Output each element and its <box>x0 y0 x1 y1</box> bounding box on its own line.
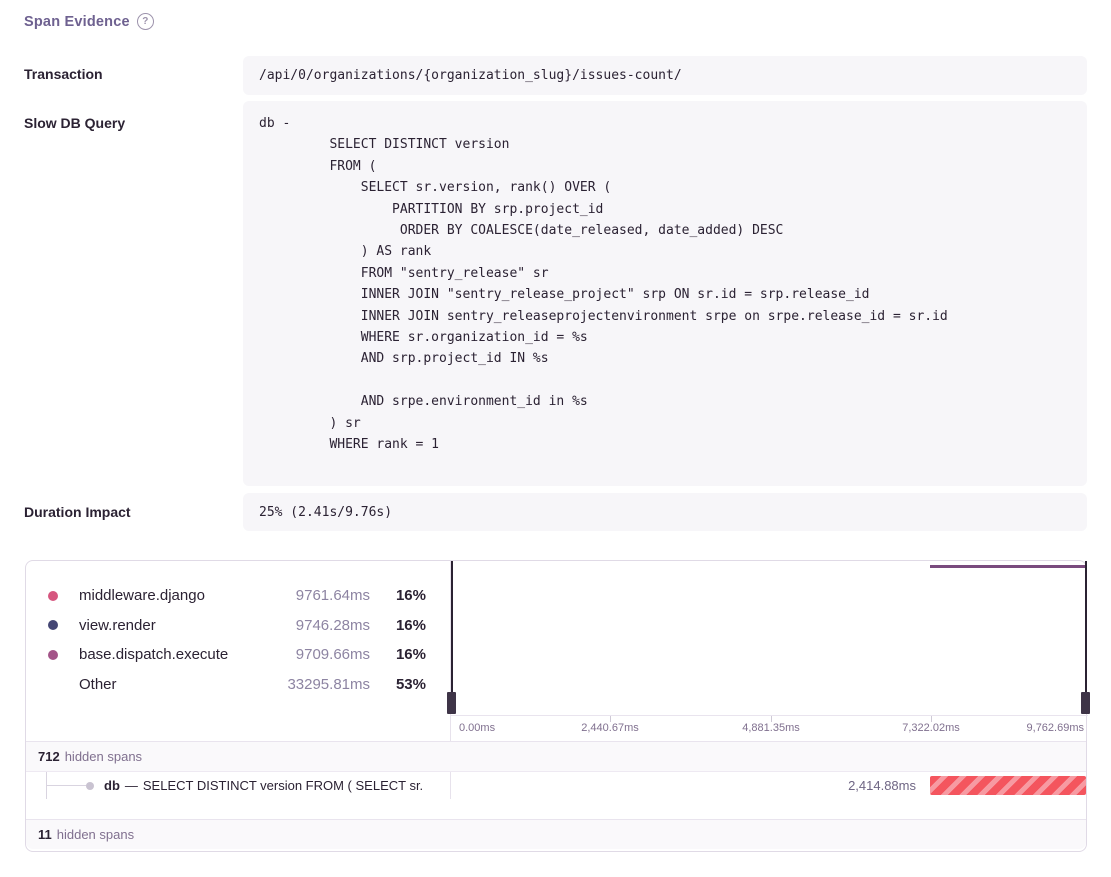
time-axis: 0.00ms 2,440.67ms 4,881.35ms 7,322.02ms … <box>451 715 1088 741</box>
hidden-spans-label: hidden spans <box>57 827 134 842</box>
axis-label: 0.00ms <box>459 722 495 734</box>
tree-connector-line <box>46 785 86 786</box>
hidden-spans-count: 712 <box>38 749 60 764</box>
axis-label: 9,762.69ms <box>1027 722 1084 734</box>
field-label-transaction: Transaction <box>24 66 103 82</box>
legend-dot-icon <box>48 620 58 630</box>
span-description: SELECT DISTINCT version FROM ( SELECT sr… <box>143 778 423 793</box>
legend-percent: 16% <box>382 646 426 663</box>
legend-label: middleware.django <box>79 587 258 604</box>
span-duration-bar[interactable] <box>930 776 1086 795</box>
span-breakdown-panel: middleware.django 9761.64ms 16% view.ren… <box>25 560 1087 852</box>
transaction-value: /api/0/organizations/{organization_slug}… <box>243 56 1087 95</box>
legend-duration: 9746.28ms <box>258 617 370 634</box>
span-separator: — <box>125 778 138 793</box>
span-op: db <box>104 778 120 793</box>
slow-db-query-block: db - SELECT DISTINCT version FROM ( SELE… <box>243 101 1087 486</box>
axis-label: 4,881.35ms <box>742 722 799 734</box>
page-title: Span Evidence <box>24 14 130 30</box>
legend-dot-icon <box>48 650 58 660</box>
legend-percent: 53% <box>382 676 426 693</box>
duration-impact-value: 25% (2.41s/9.76s) <box>243 493 1087 531</box>
legend-percent: 16% <box>382 617 426 634</box>
legend-row-other[interactable]: Other 33295.81ms 53% <box>26 670 450 700</box>
span-tree-row-db[interactable]: db — SELECT DISTINCT version FROM ( SELE… <box>26 771 1086 799</box>
legend-row-base-dispatch-execute[interactable]: base.dispatch.execute 9709.66ms 16% <box>26 640 450 670</box>
help-icon[interactable]: ? <box>137 13 154 30</box>
minimap: 0.00ms 2,440.67ms 4,881.35ms 7,322.02ms … <box>451 561 1088 765</box>
hidden-spans-row-before[interactable]: 712 hidden spans <box>26 741 1086 771</box>
legend-label: Other <box>79 676 258 693</box>
tree-dot-icon <box>86 782 94 790</box>
legend-dot-icon <box>48 591 58 601</box>
hidden-spans-row-after[interactable]: 11 hidden spans <box>26 819 1086 849</box>
legend-label: view.render <box>79 617 258 634</box>
slow-db-query-value: db - SELECT DISTINCT version FROM ( SELE… <box>243 101 1087 468</box>
field-label-slow-db-query: Slow DB Query <box>24 115 125 131</box>
axis-label: 2,440.67ms <box>581 722 638 734</box>
hidden-spans-label: hidden spans <box>65 749 142 764</box>
span-evidence-page: Span Evidence ? Transaction /api/0/organ… <box>0 0 1111 877</box>
legend-label: base.dispatch.execute <box>79 646 258 663</box>
axis-label: 7,322.02ms <box>902 722 959 734</box>
legend-duration: 9709.66ms <box>258 646 370 663</box>
section-header: Span Evidence ? <box>24 13 154 30</box>
span-duration-label: 2,414.88ms <box>848 772 916 799</box>
legend-percent: 16% <box>382 587 426 604</box>
legend-dot-icon <box>48 679 58 689</box>
legend-row-middleware-django[interactable]: middleware.django 9761.64ms 16% <box>26 581 450 611</box>
hidden-spans-count: 11 <box>38 827 52 842</box>
field-label-duration-impact: Duration Impact <box>24 504 131 520</box>
span-description-cell: db — SELECT DISTINCT version FROM ( SELE… <box>26 772 451 799</box>
minimap-right-handle-grip[interactable] <box>1081 692 1090 714</box>
legend-duration: 33295.81ms <box>258 676 370 693</box>
legend-panel: middleware.django 9761.64ms 16% view.ren… <box>26 561 451 765</box>
minimap-span-bar <box>930 565 1087 568</box>
minimap-left-handle-grip[interactable] <box>447 692 456 714</box>
legend-row-view-render[interactable]: view.render 9746.28ms 16% <box>26 611 450 641</box>
legend-duration: 9761.64ms <box>258 587 370 604</box>
